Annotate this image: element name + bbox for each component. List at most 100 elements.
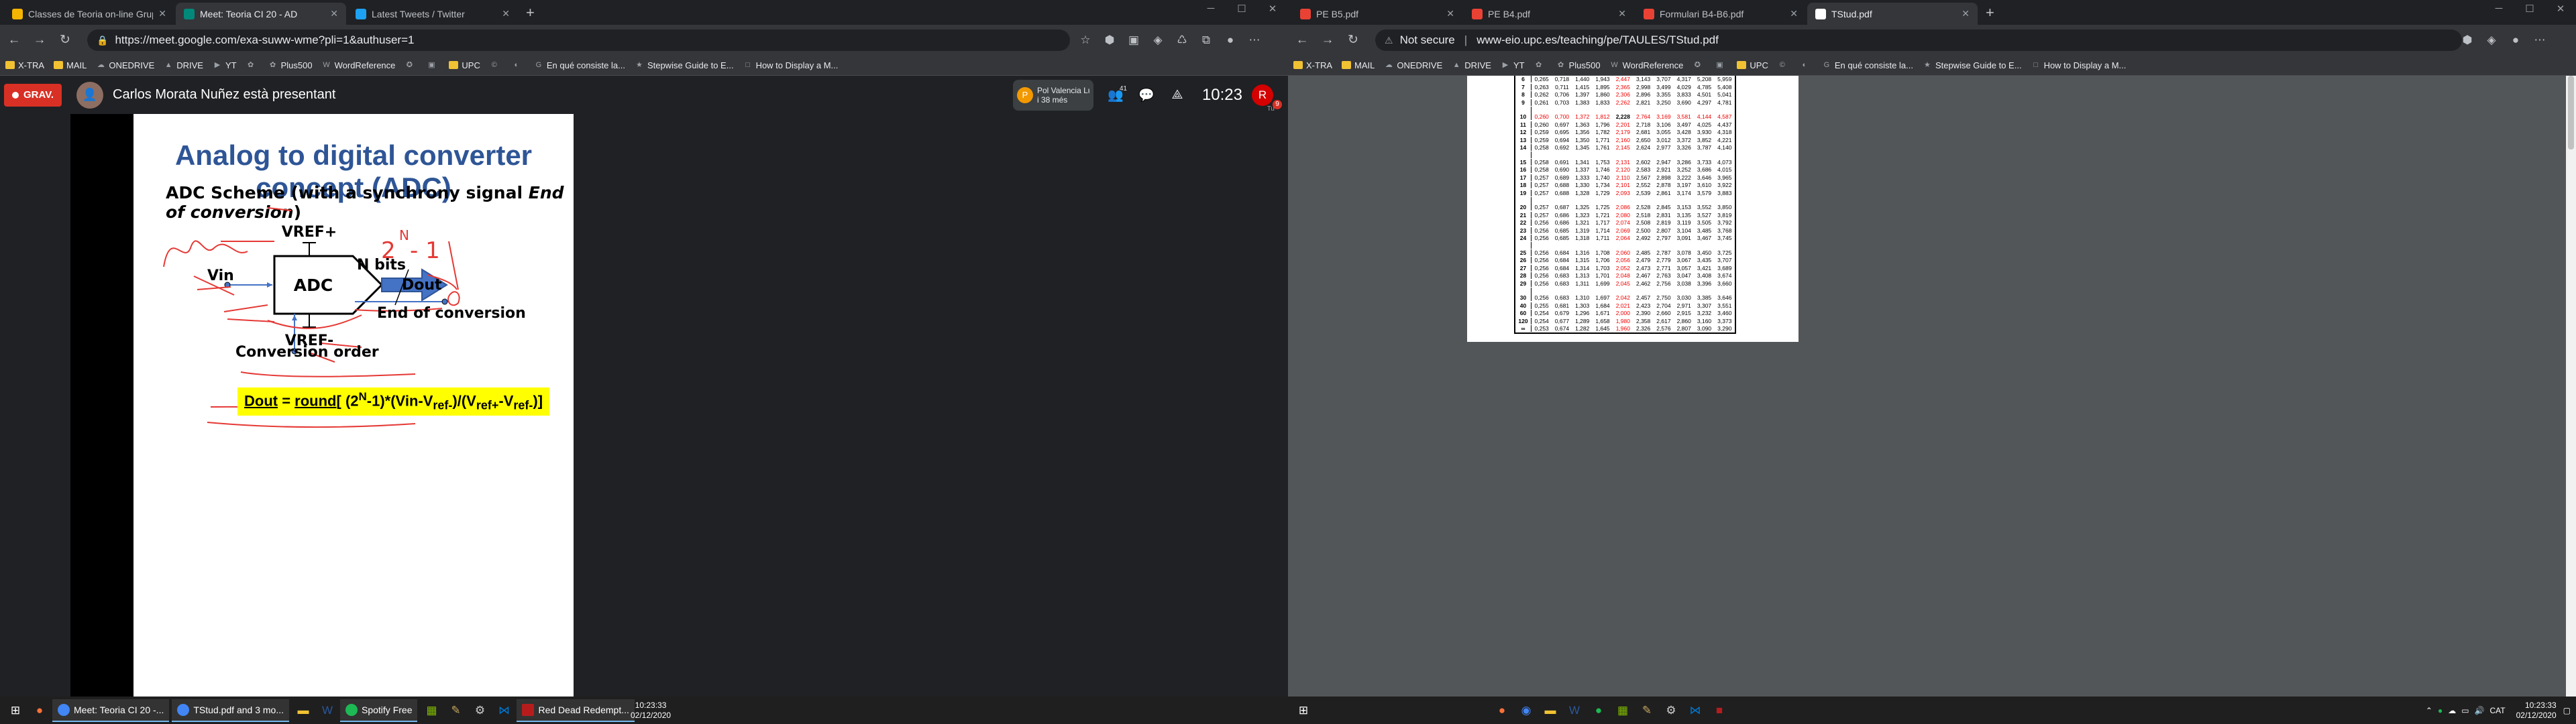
close-icon[interactable]: ✕ <box>330 8 338 19</box>
rdr-icon[interactable]: ■ <box>1709 701 1729 721</box>
firefox-icon[interactable]: ● <box>1492 701 1512 721</box>
bookmark-item[interactable]: UPC <box>1737 60 1768 70</box>
tab-pe-b4[interactable]: PE B4.pdf ✕ <box>1464 3 1634 25</box>
windows-start-icon[interactable]: ⊞ <box>1293 701 1313 721</box>
close-icon[interactable]: ✕ <box>502 8 510 19</box>
reload-icon[interactable]: ↻ <box>1342 29 1364 52</box>
system-clock[interactable]: 10:23:33 02/12/2020 <box>2516 701 2557 721</box>
notes-icon[interactable]: ✎ <box>1637 701 1657 721</box>
bookmark-item[interactable]: MAIL <box>54 60 87 70</box>
close-icon[interactable]: ✕ <box>1618 8 1626 19</box>
settings-icon[interactable]: ⚙ <box>1661 701 1681 721</box>
extension-icon[interactable]: ⧉ <box>1194 29 1218 51</box>
bookmark-item[interactable]: ▶ YT <box>213 60 237 70</box>
chat-button[interactable]: 💬 <box>1131 80 1162 111</box>
windows-start-icon[interactable]: ⊞ <box>5 701 25 721</box>
file-explorer-icon[interactable]: ▬ <box>293 701 313 721</box>
bookmark-item[interactable]: ✪ <box>1693 61 1705 69</box>
bookmark-item[interactable]: ★ Stepwise Guide to E... <box>1923 60 2022 70</box>
bookmark-item[interactable]: UPC <box>449 60 480 70</box>
close-icon[interactable]: ✕ <box>1790 8 1798 19</box>
close-window-icon[interactable]: ✕ <box>2545 3 2576 15</box>
bookmark-item[interactable]: © <box>490 61 502 69</box>
bookmark-item[interactable]: ☁ ONEDRIVE <box>1384 60 1442 70</box>
back-icon[interactable]: ← <box>1291 29 1313 52</box>
bookmark-item[interactable]: G En qué consiste la... <box>1822 60 1913 70</box>
forward-icon[interactable]: → <box>28 29 51 52</box>
minimize-icon[interactable]: ─ <box>1195 3 1226 15</box>
scrollbar[interactable] <box>2566 76 2576 697</box>
bookmark-item[interactable]: □ How to Display a M... <box>743 60 838 70</box>
bookmark-item[interactable]: ✿ <box>1534 61 1547 69</box>
tab-meet[interactable]: Meet: Teoria CI 20 - AD ✕ <box>176 3 346 25</box>
language-indicator[interactable]: CAT <box>2489 706 2505 715</box>
bookmark-item[interactable]: X-TRA <box>5 60 44 70</box>
bookmark-item[interactable]: MAIL <box>1342 60 1375 70</box>
star-icon[interactable]: ☆ <box>1073 29 1097 51</box>
close-icon[interactable]: ✕ <box>1446 8 1454 19</box>
bookmark-item[interactable]: ◐ <box>512 61 525 69</box>
onedrive-icon[interactable]: ☁ <box>2448 706 2456 715</box>
volume-icon[interactable]: 🔊 <box>2475 706 2485 715</box>
spotify-icon[interactable]: ● <box>1589 701 1609 721</box>
bookmark-item[interactable]: ✿ Plus500 <box>268 60 313 70</box>
activities-button[interactable]: ⟁ <box>1162 80 1193 111</box>
taskbar-item-spotify[interactable]: Spotify Free <box>340 699 418 722</box>
bookmark-item[interactable]: W WordReference <box>1610 60 1683 70</box>
notification-icon[interactable]: ▢ <box>2563 706 2571 715</box>
firefox-icon[interactable]: ● <box>30 701 50 721</box>
maximize-icon[interactable]: ☐ <box>1226 3 1257 15</box>
back-icon[interactable]: ← <box>3 29 25 52</box>
bookmark-item[interactable]: ◐ <box>1800 61 1813 69</box>
network-icon[interactable]: ▭ <box>2461 706 2469 715</box>
taskbar-item-meet[interactable]: Meet: Teoria CI 20 -... <box>52 699 170 722</box>
bookmark-item[interactable]: W WordReference <box>322 60 395 70</box>
system-clock[interactable]: 10:23:33 02/12/2020 <box>624 697 671 724</box>
bookmark-item[interactable]: ★ Stepwise Guide to E... <box>635 60 734 70</box>
address-bar[interactable]: ⚠ Not secure | www-eio.upc.es/teaching/pe/T… <box>1375 29 2462 51</box>
extension-icon[interactable]: ▣ <box>1122 29 1146 51</box>
taskbar-item-tstud[interactable]: TStud.pdf and 3 mo... <box>172 699 289 722</box>
menu-icon[interactable]: ⋯ <box>2528 29 2552 51</box>
bookmark-item[interactable]: ▲ DRIVE <box>164 60 203 70</box>
bookmark-item[interactable]: ▶ YT <box>1501 60 1525 70</box>
tab-formulari[interactable]: Formulari B4-B6.pdf ✕ <box>1635 3 1806 25</box>
new-tab-button[interactable]: + <box>526 4 535 21</box>
file-explorer-icon[interactable]: ▬ <box>1540 701 1560 721</box>
address-bar[interactable]: 🔒 https://meet.google.com/exa-suww-wme?pl… <box>87 29 1070 51</box>
chevron-up-icon[interactable]: ⌃ <box>2426 706 2432 715</box>
word-icon[interactable]: W <box>1564 701 1585 721</box>
spotify-tray-icon[interactable]: ● <box>2438 706 2443 715</box>
tab-twitter[interactable]: Latest Tweets / Twitter ✕ <box>347 3 518 25</box>
extension-icon[interactable]: ♺ <box>1170 29 1194 51</box>
extension-icon[interactable]: ⬢ <box>1097 29 1122 51</box>
bookmark-item[interactable]: ✪ <box>405 61 417 69</box>
user-avatar[interactable]: R9 <box>1252 84 1283 110</box>
new-tab-button[interactable]: + <box>1986 4 1994 21</box>
vscode-icon[interactable]: ⋈ <box>1685 701 1705 721</box>
maximize-icon[interactable]: ☐ <box>2514 3 2545 15</box>
menu-icon[interactable]: ⋯ <box>1242 29 1267 51</box>
bookmark-item[interactable]: ▲ DRIVE <box>1452 60 1491 70</box>
bookmark-item[interactable]: ▣ <box>1715 61 1727 69</box>
settings-icon[interactable]: ⚙ <box>470 701 490 721</box>
bookmark-item[interactable]: X-TRA <box>1293 60 1332 70</box>
bookmark-item[interactable]: ▣ <box>427 61 439 69</box>
participant-card[interactable]: PPol Valencia Luq...i 38 més <box>1012 79 1093 111</box>
bookmark-item[interactable]: ☁ ONEDRIVE <box>96 60 154 70</box>
bookmark-item[interactable]: © <box>1778 61 1790 69</box>
bookmark-item[interactable]: ✿ <box>246 61 259 69</box>
snip-icon[interactable]: ▦ <box>421 701 441 721</box>
close-window-icon[interactable]: ✕ <box>1257 3 1288 15</box>
bookmark-item[interactable]: G En qué consiste la... <box>534 60 625 70</box>
reload-icon[interactable]: ↻ <box>54 29 76 52</box>
profile-icon[interactable]: ● <box>1218 29 1242 51</box>
taskbar-item-rdr[interactable]: Red Dead Redempt... <box>517 699 635 722</box>
close-icon[interactable]: ✕ <box>158 8 166 19</box>
tab-pe-b5[interactable]: PE B5.pdf ✕ <box>1292 3 1462 25</box>
people-button[interactable]: 👥 41 <box>1100 80 1131 111</box>
extension-icon[interactable]: ◈ <box>1146 29 1170 51</box>
bookmark-item[interactable]: □ How to Display a M... <box>2031 60 2126 70</box>
close-icon[interactable]: ✕ <box>1962 8 1970 19</box>
extension-icon[interactable]: ◈ <box>2479 29 2504 51</box>
